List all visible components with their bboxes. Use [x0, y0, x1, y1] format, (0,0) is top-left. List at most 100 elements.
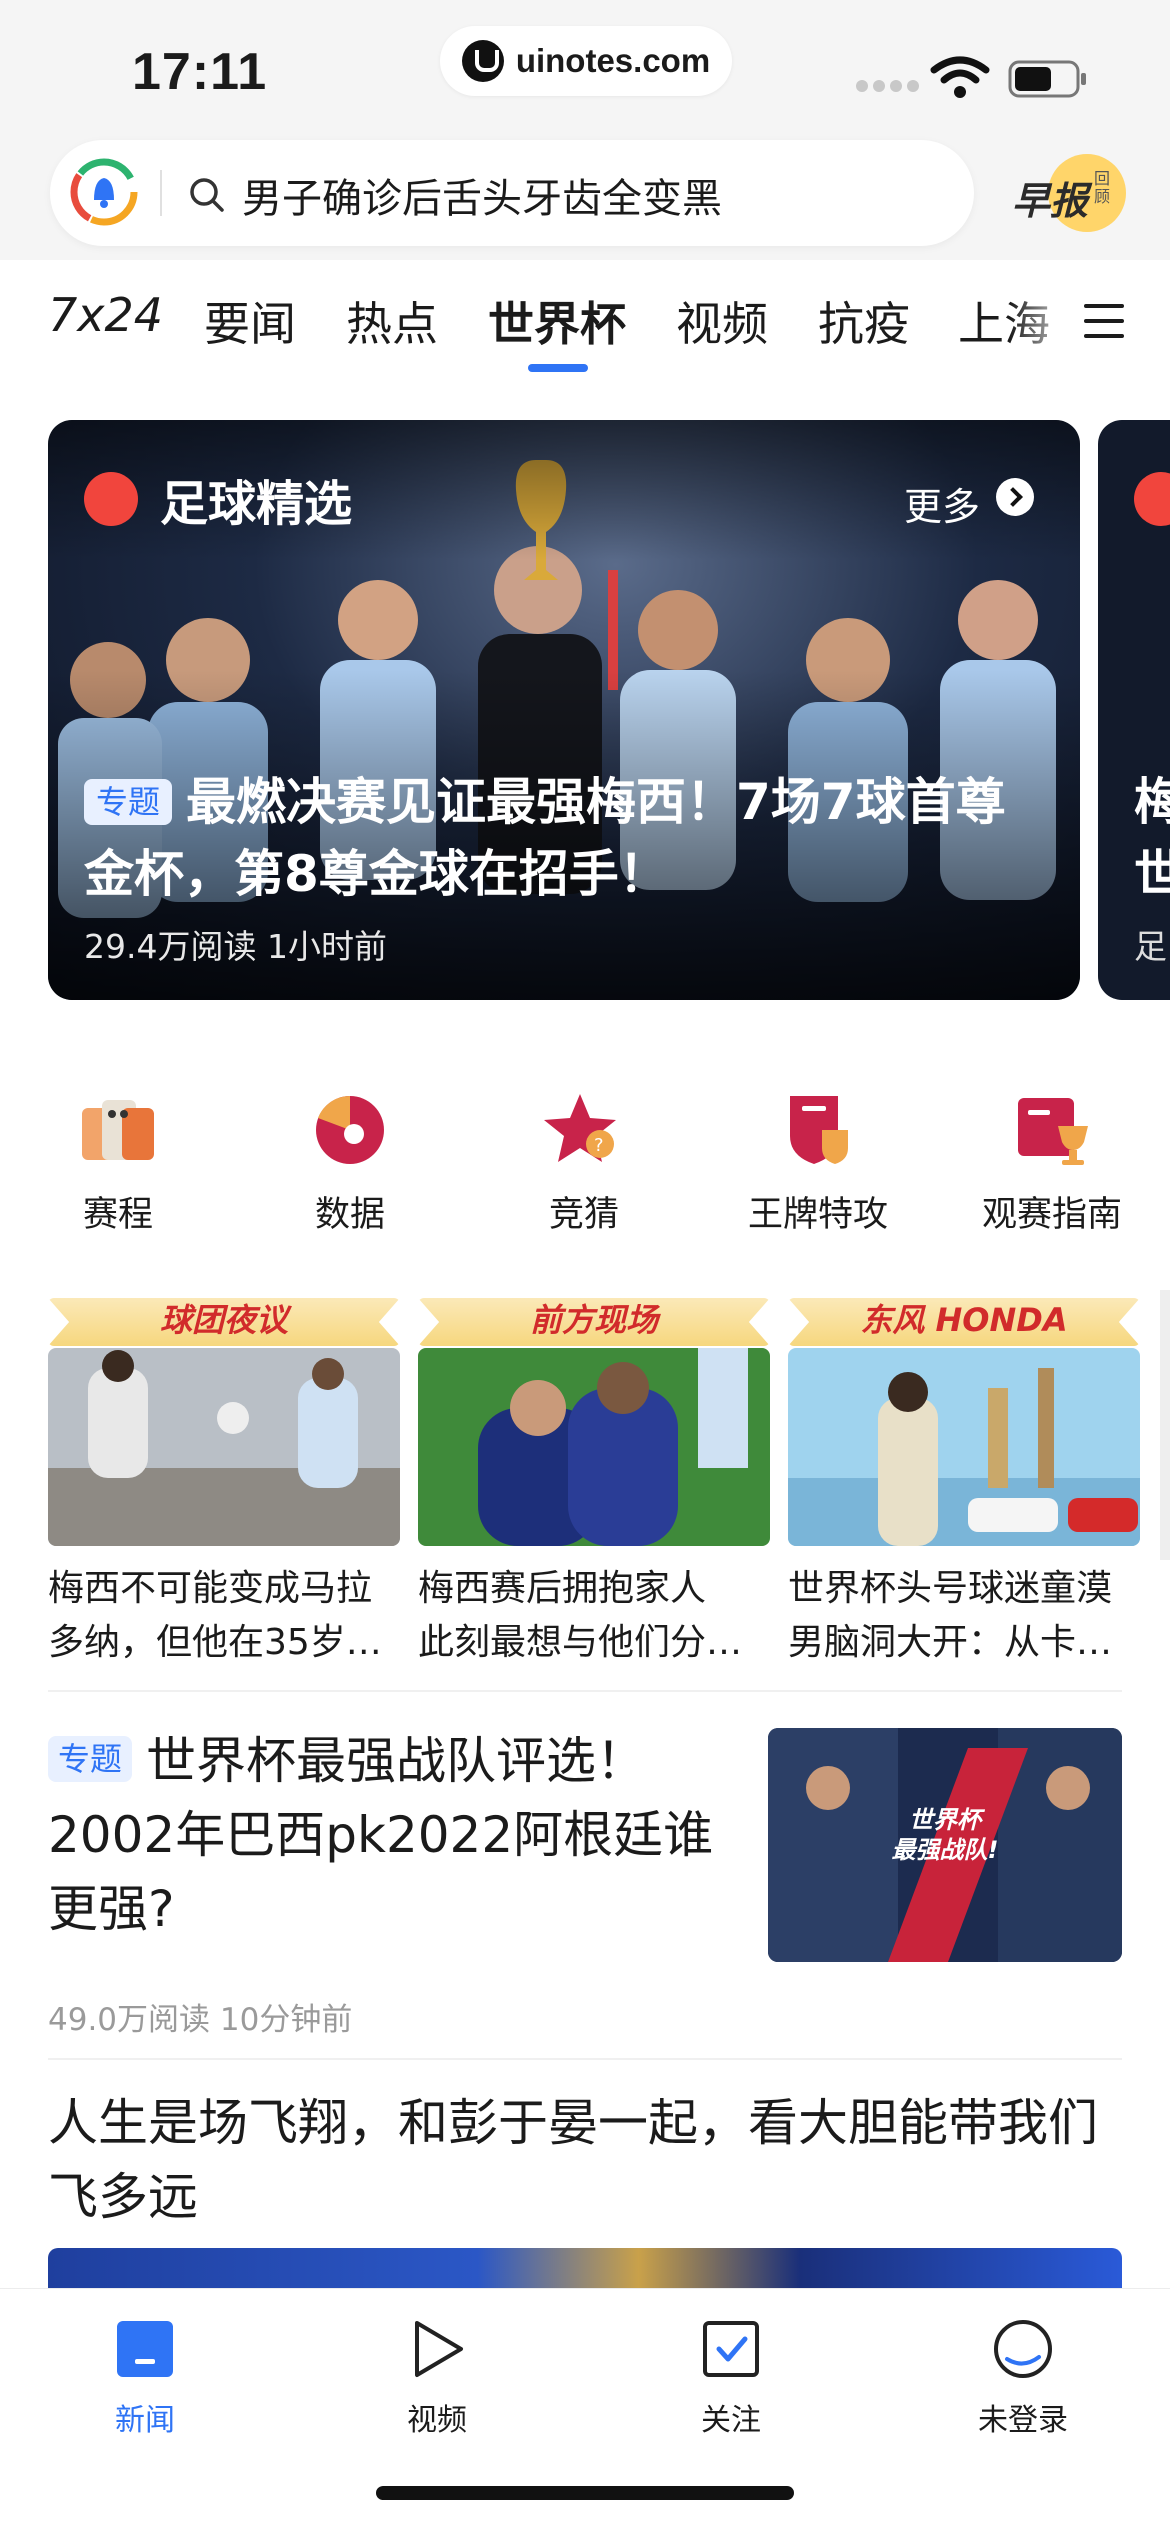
data-pie-icon	[316, 1095, 384, 1164]
nav-label: 未登录	[978, 2403, 1068, 2438]
topic-tag: 专题	[84, 779, 173, 825]
hero-meta: 29.4万阅读 1小时前	[84, 927, 387, 966]
video-thumbnail	[418, 1348, 770, 1546]
article-meta: 49.0万阅读 10分钟前	[48, 2002, 353, 2038]
fire-icon	[84, 472, 138, 526]
url-text: uinotes.com	[515, 42, 711, 79]
quiz-star-icon: ?	[544, 1094, 616, 1162]
video-card-title-line1: 梅西不可能变成马拉	[48, 1568, 373, 1609]
article-banner-image[interactable]	[48, 2248, 1122, 2288]
nav-video[interactable]: 视频	[352, 2317, 522, 2439]
hero-title-text: 最燃决赛见证最强梅西！7场7球首尊金杯，第8尊金球在招手！	[84, 773, 1006, 903]
search-separator	[160, 170, 162, 216]
site-logo-icon	[461, 40, 504, 82]
signal-icon	[856, 80, 919, 92]
quick-entry-schedule[interactable]: 赛程	[18, 1090, 218, 1237]
search-icon	[190, 178, 224, 212]
divider	[48, 1690, 1122, 1692]
morning-report-label: 早报	[1012, 179, 1089, 223]
tab-hot[interactable]: 热点	[346, 288, 438, 354]
card-banner: 球团夜议	[48, 1290, 400, 1348]
hero-card[interactable]: 足球精选 更多 专题 最燃决赛见证最强梅西！7场7球首尊金杯，第8尊金球在招手！ …	[48, 420, 1080, 1000]
fire-icon	[1134, 472, 1170, 526]
menu-icon[interactable]	[1084, 304, 1124, 340]
tab-world-cup[interactable]: 世界杯	[488, 288, 626, 354]
video-card[interactable]: 球团夜议 梅西不可能变成马拉 多纳，但他在35岁…	[48, 1290, 400, 1670]
video-thumbnail	[788, 1348, 1140, 1546]
wifi-icon	[930, 56, 990, 98]
morning-report-button[interactable]: 早报 回顾	[1006, 154, 1126, 234]
search-bar[interactable]: 男子确诊后舌头牙齿全变黑	[50, 140, 974, 246]
follow-icon	[703, 2321, 759, 2377]
quick-entry-label: 王牌特攻	[747, 1195, 888, 1235]
tab-video[interactable]: 视频	[676, 288, 768, 354]
quick-entry-label: 竞猜	[548, 1195, 619, 1235]
card-banner: 东风 HONDA	[788, 1290, 1140, 1348]
quick-entry-label: 数据	[314, 1195, 385, 1235]
chevron-right-icon[interactable]	[996, 478, 1034, 516]
quick-entries: 赛程 数据 ? 竞猜 王牌特攻 观赛指南	[0, 1090, 1170, 1240]
schedule-icon	[82, 1100, 154, 1160]
tab-headlines[interactable]: 要闻	[204, 288, 296, 354]
nav-label: 新闻	[115, 2403, 175, 2438]
video-card-title-line1: 世界杯头号球迷童漠	[788, 1568, 1113, 1609]
app-logo-icon	[70, 158, 138, 226]
video-card[interactable]: 东风 HONDA 世界杯头号球迷童漠 男脑洞大开：从卡…	[788, 1290, 1140, 1670]
hero-title: 专题 最燃决赛见证最强梅西！7场7球首尊金杯，第8尊金球在招手！	[84, 766, 1044, 910]
quick-entry-quiz[interactable]: ? 竞猜	[484, 1090, 684, 1237]
tab-7x24[interactable]: 7x24	[48, 288, 163, 342]
nav-news[interactable]: 新闻	[60, 2317, 230, 2439]
nav-profile[interactable]: 未登录	[938, 2317, 1108, 2439]
quick-entry-label: 观赛指南	[981, 1195, 1122, 1235]
video-card-peek[interactable]	[1160, 1290, 1170, 1560]
profile-icon	[994, 2320, 1052, 2378]
battery-icon	[1008, 60, 1086, 98]
article-title[interactable]: 人生是场飞翔，和彭于晏一起，看大胆能带我们飞多远	[48, 2086, 1122, 2234]
channel-tabs: 7x24 要闻 热点 世界杯 视频 抗疫 上海	[0, 260, 1170, 380]
video-card-title-line1: 梅西赛后拥抱家人	[418, 1568, 707, 1609]
quick-entry-label: 赛程	[82, 1195, 153, 1235]
card-banner: 前方现场	[418, 1290, 770, 1348]
banner-text: 球团夜议	[159, 1301, 288, 1339]
video-card-title-line2: 男脑洞大开：从卡…	[788, 1622, 1113, 1663]
video-card-title-line2: 此刻最想与他们分…	[418, 1622, 743, 1663]
search-row: 男子确诊后舌头牙齿全变黑 早报 回顾	[0, 130, 1170, 260]
nav-follow[interactable]: 关注	[646, 2317, 816, 2439]
status-bar: 17:11 uinotes.com	[0, 0, 1170, 130]
banner-text: 东风 HONDA	[860, 1301, 1068, 1339]
quick-entry-ace[interactable]: 王牌特攻	[718, 1090, 918, 1237]
video-thumbnail	[48, 1348, 400, 1546]
nav-label: 关注	[701, 2403, 761, 2438]
svg-text:最强战队!: 最强战队!	[892, 1836, 999, 1864]
morning-report-sub: 回顾	[1094, 169, 1111, 206]
tab-fade	[1010, 280, 1080, 360]
trophy-guide-icon	[1018, 1098, 1088, 1165]
active-tab-indicator	[528, 364, 588, 372]
news-icon	[117, 2321, 173, 2377]
hero-section-label: 足球精选	[160, 476, 353, 532]
quick-entry-data[interactable]: 数据	[250, 1090, 450, 1237]
article-thumbnail[interactable]: 世界杯 最强战队!	[768, 1728, 1122, 1962]
tab-epidemic[interactable]: 抗疫	[818, 288, 910, 354]
play-icon	[415, 2321, 463, 2377]
home-indicator[interactable]	[376, 2486, 794, 2500]
topic-tag: 专题	[48, 1736, 133, 1782]
next-card-meta: 足	[1134, 927, 1167, 966]
nav-label: 视频	[407, 2403, 467, 2438]
banner-text: 前方现场	[529, 1301, 658, 1339]
svg-text:?: ?	[594, 1135, 604, 1156]
article-title[interactable]: 专题 世界杯最强战队评选！2002年巴西pk2022阿根廷谁更强?	[48, 1724, 728, 1946]
url-pill[interactable]: uinotes.com	[440, 26, 732, 96]
quick-entry-guide[interactable]: 观赛指南	[952, 1090, 1152, 1237]
search-input[interactable]: 男子确诊后舌头牙齿全变黑	[242, 166, 722, 224]
article-title-text: 世界杯最强战队评选！2002年巴西pk2022阿根廷谁更强?	[48, 1732, 714, 1938]
shield-icon	[790, 1096, 848, 1164]
video-cards-row: 球团夜议 梅西不可能变成马拉 多纳，但他在35岁… 前方现场 梅西赛后拥抱家人 …	[0, 1290, 1170, 1680]
video-card[interactable]: 前方现场 梅西赛后拥抱家人 此刻最想与他们分…	[418, 1290, 770, 1670]
hero-more-link[interactable]: 更多	[904, 476, 980, 531]
video-card-title-line2: 多纳，但他在35岁…	[48, 1622, 382, 1663]
svg-text:世界杯: 世界杯	[909, 1806, 986, 1834]
status-time: 17:11	[132, 43, 268, 101]
hero-next-card[interactable]: 梅 世 足	[1098, 420, 1170, 1000]
divider	[48, 2058, 1122, 2060]
